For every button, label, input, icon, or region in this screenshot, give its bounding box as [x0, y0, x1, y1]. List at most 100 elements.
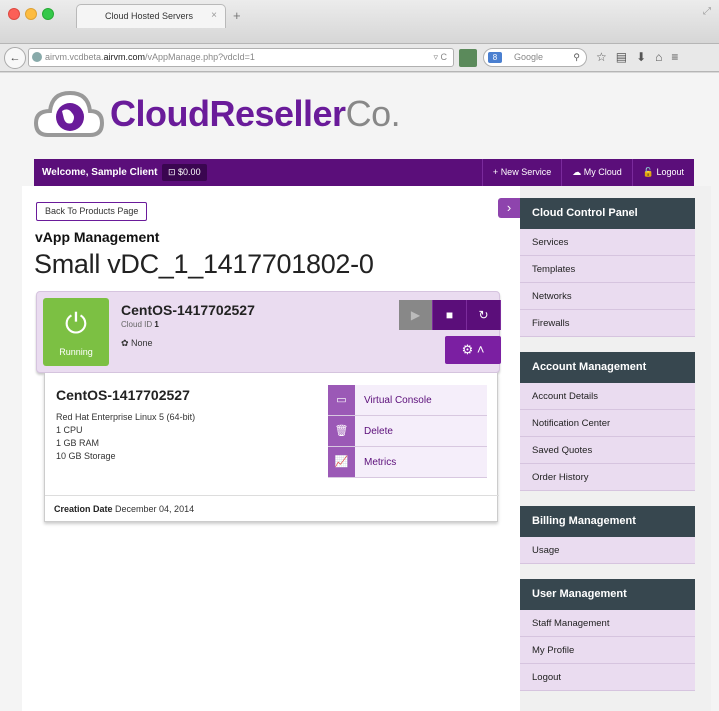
window-minimize-button[interactable]	[25, 8, 37, 20]
cloud-icon: ☁	[572, 167, 582, 177]
monitor-icon: ▭	[328, 385, 355, 415]
vm-actions: ▭ Virtual Console 🗑 Delete 📈 Metrics	[328, 385, 487, 478]
browser-tab[interactable]: Cloud Hosted Servers ×	[76, 4, 226, 28]
url-path: /vAppManage.php?vdcId=1	[145, 52, 255, 62]
sidebar-item-my-profile[interactable]: My Profile	[520, 637, 695, 664]
sidebar-item-account-details[interactable]: Account Details	[520, 383, 695, 410]
tab-close-icon[interactable]: ×	[211, 5, 217, 27]
back-to-products-button[interactable]: Back To Products Page	[36, 202, 148, 221]
site-identity-icon[interactable]	[32, 52, 42, 62]
welcome-text: Welcome, Sample Client	[42, 167, 158, 178]
chevron-right-icon[interactable]: ›	[498, 198, 520, 218]
sidebar-group-account: Account Management Account Details Notif…	[520, 352, 695, 491]
vm-specs: Red Hat Enterprise Linux 5 (64-bit) 1 CP…	[56, 411, 195, 463]
trash-icon: 🗑	[328, 416, 355, 446]
web-page: CloudResellerCo. Welcome, Sample Client …	[0, 73, 719, 711]
sidebar-heading: Account Management	[520, 352, 695, 383]
play-button[interactable]: ▶	[399, 300, 433, 330]
sidebar-group-billing: Billing Management Usage	[520, 506, 695, 564]
brand-name[interactable]: CloudResellerCo.	[110, 93, 401, 135]
vm-name: CentOS-1417702527	[121, 302, 255, 318]
top-links: + New Service ☁ My Cloud 🔓 Logout	[481, 159, 694, 186]
back-arrow-icon[interactable]: ←	[4, 47, 26, 69]
toolbar-icons[interactable]: ☆▤⬇⌂≡	[596, 50, 687, 64]
sidebar-item-services[interactable]: Services	[520, 229, 695, 256]
sidebar-group-cloud: Cloud Control Panel Services Templates N…	[520, 198, 695, 337]
sidebar-item-templates[interactable]: Templates	[520, 256, 695, 283]
sidebar-item-order-history[interactable]: Order History	[520, 464, 695, 491]
sidebar-item-notification-center[interactable]: Notification Center	[520, 410, 695, 437]
virtual-console-label: Virtual Console	[364, 395, 432, 406]
spec-storage: 10 GB Storage	[56, 451, 116, 461]
search-engine-icon[interactable]: 8	[488, 52, 502, 63]
sidebar-item-saved-quotes[interactable]: Saved Quotes	[520, 437, 695, 464]
sidebar-item-staff-management[interactable]: Staff Management	[520, 610, 695, 637]
spec-os: Red Hat Enterprise Linux 5 (64-bit)	[56, 412, 196, 422]
url-host-domain: airvm.com	[103, 52, 146, 62]
sidebar-item-firewalls[interactable]: Firewalls	[520, 310, 695, 337]
vm-tag-value: None	[131, 338, 153, 348]
vm-tag: ✿ None	[121, 338, 153, 349]
brand-main: CloudReseller	[110, 93, 346, 134]
browser-navbar: ← airvm.vcdbeta.airvm.com/vAppManage.php…	[0, 44, 719, 72]
sidebar-item-logout[interactable]: Logout	[520, 664, 695, 691]
power-controls: ▶ ■ ↻	[399, 300, 501, 330]
logout-label: Logout	[656, 167, 684, 177]
vdc-name: Small vDC_1_1417701802-0	[34, 249, 374, 279]
extension-icon[interactable]	[459, 49, 477, 67]
spec-cpu: 1 CPU	[56, 425, 83, 435]
section-title: vApp Management	[35, 229, 160, 245]
url-host-prefix: airvm.vcdbeta.	[45, 52, 104, 62]
settings-dropdown-button[interactable]: ⚙ ˄	[445, 336, 501, 364]
creation-date-value: December 04, 2014	[115, 504, 195, 514]
new-tab-button[interactable]: +	[233, 8, 241, 23]
creation-date-label: Creation Date	[54, 504, 113, 514]
search-bar[interactable]: 8 Google ⚲	[483, 48, 587, 67]
metrics-label: Metrics	[364, 457, 397, 468]
my-cloud-link[interactable]: ☁ My Cloud	[561, 159, 632, 186]
delete-action[interactable]: 🗑 Delete	[328, 416, 487, 447]
virtual-console-action[interactable]: ▭ Virtual Console	[328, 385, 487, 416]
gear-small-icon: ✿	[121, 338, 132, 348]
plus-icon: +	[492, 167, 499, 177]
main-content: Back To Products Page › vApp Management …	[22, 186, 520, 711]
sidebar: Cloud Control Panel Services Templates N…	[520, 186, 711, 711]
new-service-link[interactable]: + New Service	[481, 159, 561, 186]
window-zoom-button[interactable]	[42, 8, 54, 20]
power-icon: ⏻	[64, 308, 88, 339]
reload-icon[interactable]: ▿ C	[433, 49, 447, 66]
spec-ram: 1 GB RAM	[56, 438, 100, 448]
sidebar-group-user: User Management Staff Management My Prof…	[520, 579, 695, 691]
browser-titlebar: Cloud Hosted Servers × + ⤢	[0, 0, 719, 44]
brand-suffix: Co.	[345, 93, 401, 134]
wallet-icon: ⊡	[168, 167, 179, 177]
logout-link[interactable]: 🔓 Logout	[631, 159, 694, 186]
metrics-action[interactable]: 📈 Metrics	[328, 447, 487, 478]
restart-button[interactable]: ↻	[467, 300, 501, 330]
status-label: Running	[59, 347, 93, 357]
sidebar-heading: User Management	[520, 579, 695, 610]
cloud-logo-icon[interactable]	[34, 83, 104, 145]
cloud-id-label: Cloud ID	[121, 320, 153, 329]
new-service-label: New Service	[500, 167, 552, 177]
tab-title: Cloud Hosted Servers	[105, 11, 194, 21]
top-nav-bar: Welcome, Sample Client ⊡ $0.00 + New Ser…	[34, 159, 694, 186]
chevron-up-icon: ˄	[476, 342, 485, 357]
cloud-id-value: 1	[154, 320, 159, 329]
search-placeholder: Google	[514, 52, 544, 62]
sidebar-item-usage[interactable]: Usage	[520, 537, 695, 564]
vm-detail-card: CentOS-1417702527 Red Hat Enterprise Lin…	[44, 373, 499, 522]
chart-icon: 📈	[328, 447, 355, 477]
sidebar-item-networks[interactable]: Networks	[520, 283, 695, 310]
fullscreen-icon[interactable]: ⤢	[703, 6, 711, 17]
sidebar-heading: Cloud Control Panel	[520, 198, 695, 229]
search-icon[interactable]: ⚲	[573, 49, 580, 66]
gears-icon: ⚙	[461, 342, 474, 357]
my-cloud-label: My Cloud	[583, 167, 622, 177]
power-status-tile[interactable]: ⏻ Running	[43, 298, 109, 366]
balance-badge[interactable]: ⊡ $0.00	[162, 164, 207, 181]
window-close-button[interactable]	[8, 8, 20, 20]
stop-button[interactable]: ■	[433, 300, 467, 330]
url-bar[interactable]: airvm.vcdbeta.airvm.com/vAppManage.php?v…	[28, 48, 454, 67]
balance-amount: $0.00	[178, 167, 201, 177]
